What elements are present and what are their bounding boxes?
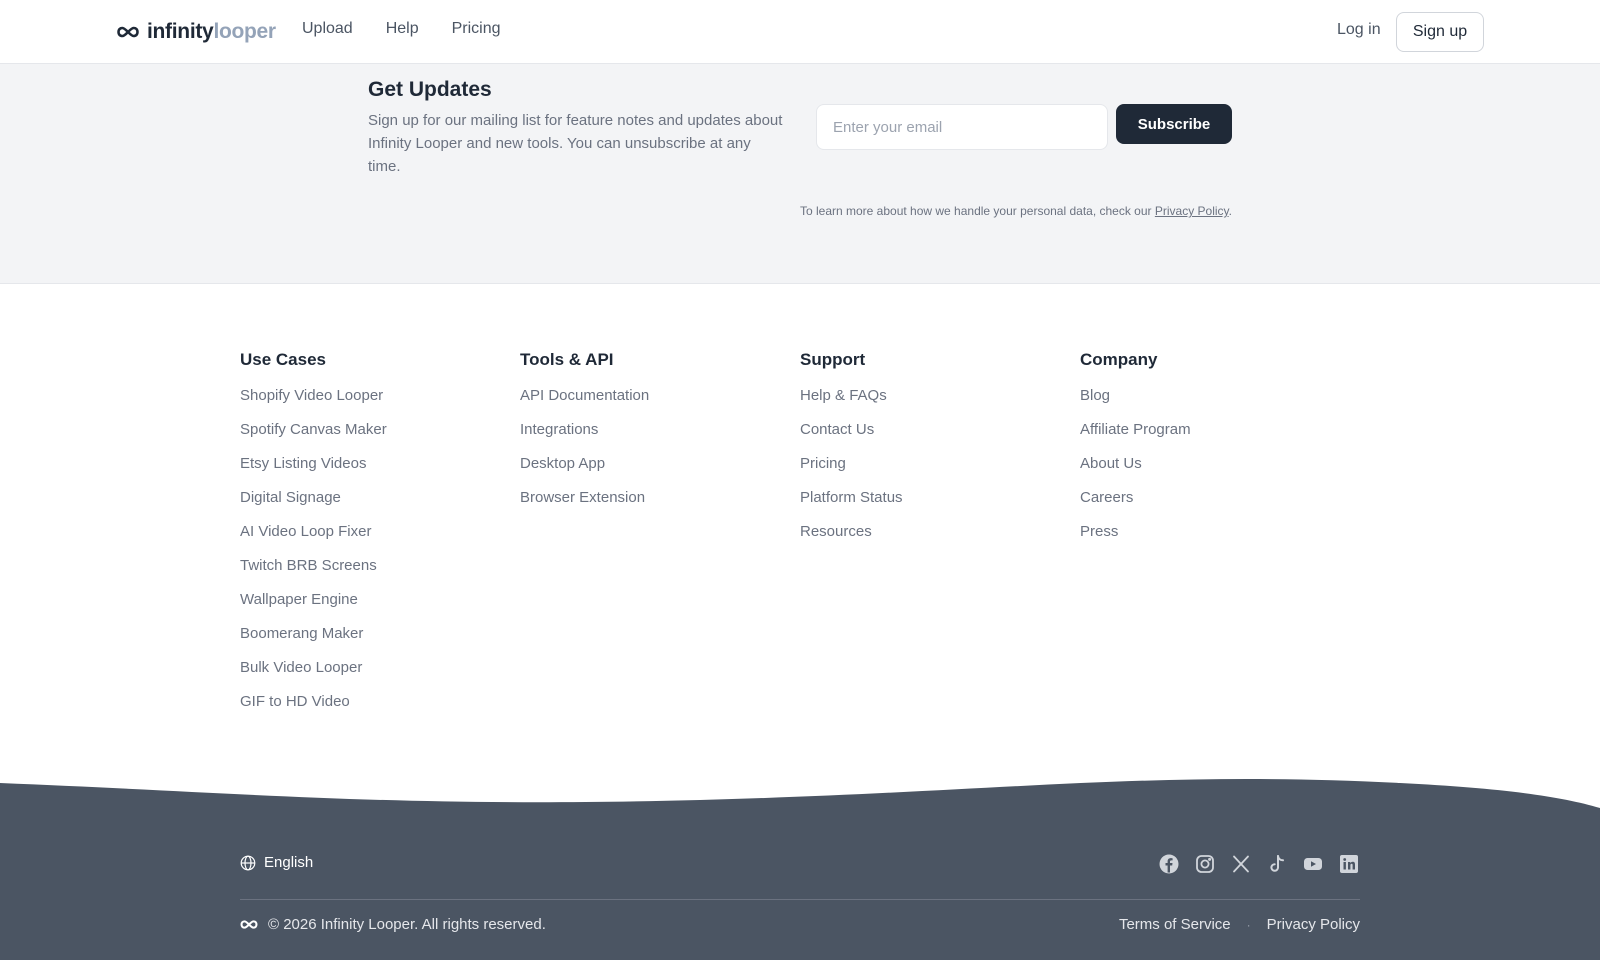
footer-col-title: Company xyxy=(1080,350,1158,369)
separator-dot: · xyxy=(1246,917,1251,932)
footer-col-title: Use Cases xyxy=(240,350,327,369)
nav-upload[interactable]: Upload xyxy=(302,20,353,38)
footer-link[interactable]: Affiliate Program xyxy=(1080,421,1360,455)
footer-col-company: Company Blog Affiliate Program About Us … xyxy=(1080,350,1360,727)
instagram-icon[interactable] xyxy=(1195,854,1215,874)
footer-link[interactable]: AI Video Loop Fixer xyxy=(240,523,520,557)
footer-link[interactable]: Integrations xyxy=(520,421,800,455)
footer-link[interactable]: API Documentation xyxy=(520,387,800,421)
social-links xyxy=(1159,854,1359,874)
main-nav: Upload Help Pricing xyxy=(302,20,501,38)
footer-link[interactable]: Shopify Video Looper xyxy=(240,387,520,421)
footer-link[interactable]: Spotify Canvas Maker xyxy=(240,421,520,455)
footer-link[interactable]: Boomerang Maker xyxy=(240,625,520,659)
logo-text: infinitylooper xyxy=(147,20,276,44)
language-label: English xyxy=(264,854,314,871)
nav-pricing[interactable]: Pricing xyxy=(452,20,501,38)
footer-link[interactable]: Twitch BRB Screens xyxy=(240,557,520,591)
footer-link[interactable]: Resources xyxy=(800,523,1080,557)
footer-link[interactable]: Blog xyxy=(1080,387,1360,421)
footer-link[interactable]: Contact Us xyxy=(800,421,1080,455)
nav-help[interactable]: Help xyxy=(386,20,419,38)
footer-link[interactable]: Pricing xyxy=(800,455,1080,489)
footer-col-title: Support xyxy=(800,350,866,369)
footer-divider xyxy=(240,899,1360,900)
logo-text-infinity: infinity xyxy=(147,20,214,43)
x-icon[interactable] xyxy=(1231,854,1251,874)
site-logo[interactable]: infinitylooper xyxy=(117,18,276,46)
footer-link[interactable]: About Us xyxy=(1080,455,1360,489)
footer-columns: Use Cases Shopify Video Looper Spotify C… xyxy=(240,350,1360,727)
footer-link[interactable]: Etsy Listing Videos xyxy=(240,455,520,489)
logo-text-looper: looper xyxy=(213,20,276,43)
facebook-icon[interactable] xyxy=(1159,854,1179,874)
privacy-policy-link[interactable]: Privacy Policy xyxy=(1155,204,1229,218)
privacy-link[interactable]: Privacy Policy xyxy=(1267,916,1360,933)
footer-col-use-cases: Use Cases Shopify Video Looper Spotify C… xyxy=(240,350,520,727)
footer-bottom: English © 2026 Infinity Looper. All righ… xyxy=(0,778,1600,960)
infinity-icon xyxy=(117,26,139,38)
footer-col-support: Support Help & FAQs Contact Us Pricing P… xyxy=(800,350,1080,727)
infinity-icon xyxy=(240,920,258,929)
privacy-note-end: . xyxy=(1228,204,1232,218)
subscribe-button[interactable]: Subscribe xyxy=(1116,104,1232,144)
linkedin-icon[interactable] xyxy=(1339,854,1359,874)
footer-link[interactable]: Wallpaper Engine xyxy=(240,591,520,625)
privacy-note-text: To learn more about how we handle your p… xyxy=(799,204,1155,218)
footer-link[interactable]: Digital Signage xyxy=(240,489,520,523)
site-header: infinitylooper Upload Help Pricing Log i… xyxy=(0,0,1600,64)
newsletter-description: Sign up for our mailing list for feature… xyxy=(368,112,783,175)
footer-link[interactable]: Platform Status xyxy=(800,489,1080,523)
legal-links: Terms of Service · Privacy Policy xyxy=(1119,916,1360,933)
privacy-note: To learn more about how we handle your p… xyxy=(800,204,1232,218)
terms-link[interactable]: Terms of Service xyxy=(1119,916,1231,933)
globe-icon xyxy=(240,855,256,870)
footer-link[interactable]: Help & FAQs xyxy=(800,387,1080,421)
newsletter-section: Get Updates Sign up for our mailing list… xyxy=(0,64,1600,284)
newsletter-title: Get Updates xyxy=(368,78,492,101)
language-selector[interactable]: English xyxy=(240,854,313,871)
footer-link[interactable]: Careers xyxy=(1080,489,1360,523)
tiktok-icon[interactable] xyxy=(1267,854,1287,874)
copyright-text: © 2026 Infinity Looper. All rights reser… xyxy=(268,916,546,933)
youtube-icon[interactable] xyxy=(1303,854,1323,874)
footer-link[interactable]: Browser Extension xyxy=(520,489,800,523)
footer-link[interactable]: Bulk Video Looper xyxy=(240,659,520,693)
login-link[interactable]: Log in xyxy=(1337,21,1381,39)
copyright: © 2026 Infinity Looper. All rights reser… xyxy=(240,916,546,933)
footer-link[interactable]: Desktop App xyxy=(520,455,800,489)
footer-col-tools-api: Tools & API API Documentation Integratio… xyxy=(520,350,800,727)
email-input[interactable] xyxy=(816,104,1108,150)
footer-link[interactable]: GIF to HD Video xyxy=(240,693,520,727)
footer-link[interactable]: Press xyxy=(1080,523,1360,557)
footer-col-title: Tools & API xyxy=(520,350,614,369)
signup-button[interactable]: Sign up xyxy=(1396,12,1484,52)
